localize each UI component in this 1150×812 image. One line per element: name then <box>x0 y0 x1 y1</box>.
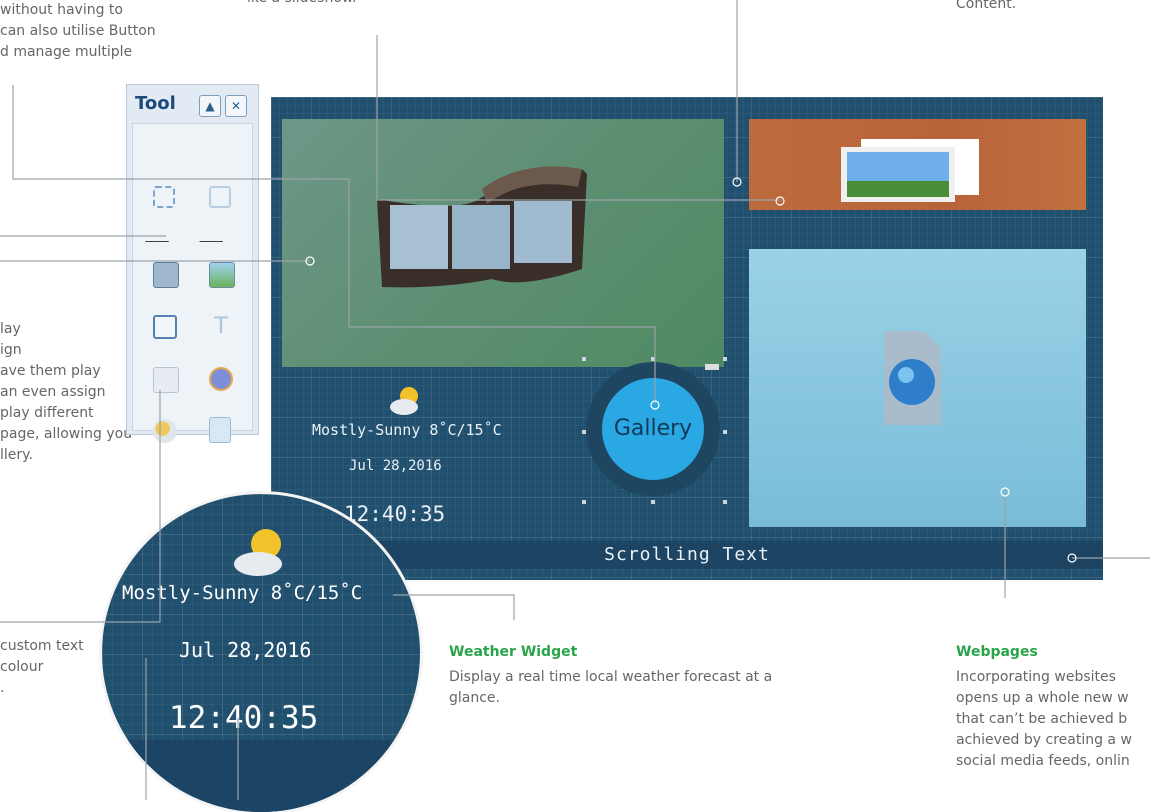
magnified-widget-view: Mostly-Sunny 8˚C/15˚C Jul 28,2016 12:40:… <box>102 494 420 812</box>
weather-icon[interactable] <box>153 315 177 339</box>
zoom-scroll-bar <box>102 740 420 812</box>
resize-handle[interactable] <box>582 500 586 504</box>
weather-widget-desc: Display a real time local weather foreca… <box>449 667 772 709</box>
weather-small-icon <box>390 387 418 415</box>
resize-handle[interactable] <box>723 430 727 434</box>
clock-icon[interactable] <box>209 367 233 391</box>
image-region[interactable] <box>749 119 1086 210</box>
caption-line: Incorporating websites <box>956 669 1116 685</box>
resize-handle[interactable] <box>651 500 655 504</box>
caption-line: colour <box>0 659 44 675</box>
caption-left-low: custom text colour . <box>0 636 84 699</box>
web-document-icon <box>884 331 941 425</box>
caption-line: can also utilise Button <box>0 23 156 39</box>
date-text: Jul 28,2016 <box>349 458 442 474</box>
caption-line: an even assign <box>0 384 106 400</box>
zoom-weather-text: Mostly-Sunny 8˚C/15˚C <box>122 582 363 604</box>
caption-top-right: Content. <box>956 0 1017 12</box>
tool-panel-title: Tool <box>135 93 176 114</box>
caption-line: ign <box>0 342 22 358</box>
select-region-icon[interactable] <box>153 186 175 208</box>
caption-line: page, allowing you <box>0 426 133 442</box>
caption-line: . <box>0 680 5 696</box>
weather-widget-title: Weather Widget <box>449 644 578 660</box>
calendar-icon[interactable] <box>153 367 179 393</box>
zoom-clock-text: 12:40:35 <box>169 700 319 736</box>
webpages-title: Webpages <box>956 644 1038 660</box>
selection-controls-icon[interactable] <box>705 364 719 370</box>
video-icon[interactable] <box>153 262 179 288</box>
caption-line: opens up a whole new w <box>956 690 1129 706</box>
photo-stack-icon <box>841 139 979 202</box>
caption-top-mid: ike a slideshow. <box>247 0 357 9</box>
zoom-region-icon[interactable] <box>209 186 231 208</box>
resize-handle[interactable] <box>582 430 586 434</box>
caption-line: lay <box>0 321 21 337</box>
caption-line: social media feeds, onlin <box>956 753 1130 769</box>
caption-line: play different <box>0 405 94 421</box>
weather-large-icon <box>234 529 282 576</box>
webpages-desc: Incorporating websites opens up a whole … <box>956 667 1132 772</box>
clock-text: 12:40:35 <box>344 502 446 526</box>
caption-line: glance. <box>449 690 500 706</box>
gallery-button[interactable]: Gallery <box>602 378 704 480</box>
film-strip-icon <box>377 166 587 288</box>
scrolling-text: Scrolling Text <box>604 544 770 565</box>
caption-line: custom text <box>0 638 84 654</box>
text-icon[interactable]: T <box>209 315 233 339</box>
separator: ------- <box>145 234 169 248</box>
cloud-icon[interactable] <box>153 419 177 443</box>
video-region[interactable] <box>282 119 724 367</box>
tool-palette: ------- ------- T <box>132 123 253 443</box>
resize-handle[interactable] <box>723 357 727 361</box>
resize-handle[interactable] <box>651 357 655 361</box>
caption-top-left: without having to can also utilise Butto… <box>0 0 156 63</box>
resize-handle[interactable] <box>582 357 586 361</box>
tool-panel: Tool ▲ ✕ ------- ------- T <box>126 84 259 443</box>
caption-line: d manage multiple <box>0 44 133 60</box>
caption-left-mid: lay ign ave them play an even assign pla… <box>0 319 132 466</box>
caption-line: achieved by creating a w <box>956 732 1132 748</box>
close-button[interactable]: ✕ <box>225 95 247 117</box>
caption-line: llery. <box>0 447 33 463</box>
webpage-region[interactable] <box>749 249 1086 527</box>
caption-line: ave them play <box>0 363 101 379</box>
separator: ------- <box>199 234 223 248</box>
weather-text: Mostly-Sunny 8˚C/15˚C <box>312 421 502 439</box>
zoom-date-text: Jul 28,2016 <box>179 638 312 662</box>
caption-line: without having to <box>0 2 123 18</box>
layout-canvas: Mostly-Sunny 8˚C/15˚C Jul 28,2016 12:40:… <box>271 97 1103 580</box>
resize-handle[interactable] <box>723 500 727 504</box>
image-icon[interactable] <box>209 262 235 288</box>
document-icon[interactable] <box>209 417 231 443</box>
caption-line: that can’t be achieved b <box>956 711 1128 727</box>
collapse-button[interactable]: ▲ <box>199 95 221 117</box>
caption-line: Display a real time local weather foreca… <box>449 669 773 685</box>
